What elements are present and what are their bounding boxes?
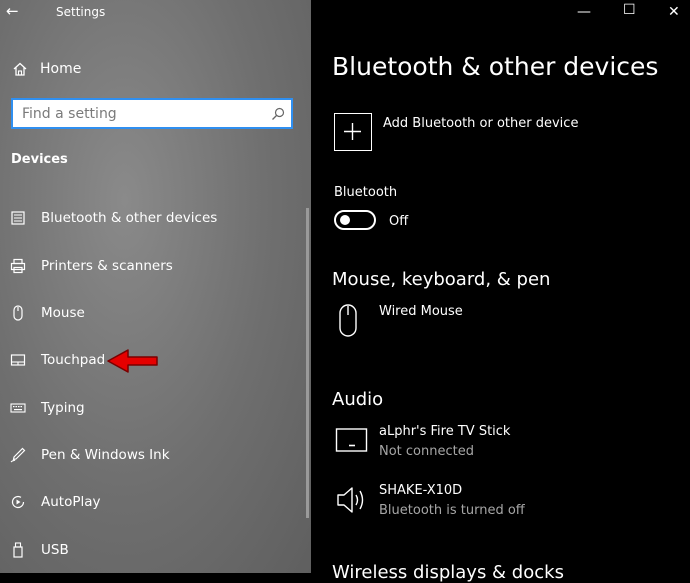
device-name[interactable]: SHAKE-X10D (379, 483, 462, 498)
tv-device-icon[interactable] (335, 426, 369, 454)
sidebar-item-usb[interactable]: USB (10, 538, 69, 562)
sidebar-item-mouse[interactable]: Mouse (10, 301, 85, 325)
toggle-knob (340, 215, 350, 225)
app-title: Settings (56, 5, 106, 19)
usb-icon (13, 542, 23, 558)
sidebar-item-autoplay[interactable]: AutoPlay (10, 490, 101, 514)
keyboard-icon (10, 403, 26, 413)
sidebar-item-label: Printers & scanners (41, 258, 173, 274)
home-nav-item[interactable]: Home (12, 58, 81, 80)
sidebar-item-label: Touchpad (41, 352, 106, 368)
sidebar-item-label: Bluetooth & other devices (41, 210, 218, 226)
bluetooth-label: Bluetooth (334, 185, 398, 200)
printer-icon (10, 258, 26, 274)
speaker-device-icon[interactable] (335, 484, 371, 516)
main-content: — ☐ ✕ Bluetooth & other devices Add Blue… (311, 0, 690, 583)
plus-icon (344, 123, 361, 140)
sidebar-item-typing[interactable]: Typing (10, 396, 85, 420)
section-title: Devices (11, 152, 68, 167)
red-arrow-annotation-icon (107, 349, 158, 373)
sidebar-item-label: AutoPlay (41, 494, 101, 510)
settings-sidebar: ← Settings Home Devices Bluetooth & othe… (0, 0, 311, 573)
touchpad-icon (10, 354, 26, 366)
title-bar: ← Settings (0, 0, 311, 26)
sidebar-item-label: Pen & Windows Ink (41, 447, 170, 463)
search-input[interactable] (13, 100, 262, 127)
bluetooth-state: Off (389, 214, 409, 229)
device-status: Not connected (379, 444, 474, 459)
page-title: Bluetooth & other devices (332, 52, 659, 81)
device-status: Bluetooth is turned off (379, 503, 525, 518)
mouse-section-title: Mouse, keyboard, & pen (332, 269, 551, 290)
close-button[interactable]: ✕ (668, 4, 684, 20)
device-name[interactable]: aLphr's Fire TV Stick (379, 424, 510, 439)
add-device-label[interactable]: Add Bluetooth or other device (383, 116, 578, 131)
device-name[interactable]: Wired Mouse (379, 304, 463, 319)
search-box[interactable] (11, 98, 293, 129)
sidebar-item-touchpad[interactable]: Touchpad (10, 348, 105, 372)
sidebar-item-label: USB (41, 542, 69, 558)
maximize-button[interactable]: ☐ (623, 2, 639, 18)
mouse-icon (13, 305, 23, 321)
sidebar-item-bluetooth[interactable]: Bluetooth & other devices (10, 206, 217, 230)
back-button[interactable]: ← (6, 2, 20, 20)
search-icon[interactable] (271, 107, 285, 121)
bluetooth-toggle[interactable] (334, 210, 376, 230)
home-label: Home (40, 61, 82, 77)
add-device-button[interactable] (334, 113, 372, 151)
sidebar-item-pen[interactable]: Pen & Windows Ink (10, 443, 170, 467)
minimize-button[interactable]: — (577, 4, 593, 20)
sidebar-item-label: Mouse (41, 305, 85, 321)
sidebar-item-printers[interactable]: Printers & scanners (10, 254, 173, 278)
sidebar-scrollbar[interactable] (306, 208, 309, 518)
sidebar-item-label: Typing (41, 400, 85, 416)
bluetooth-devices-icon (11, 211, 25, 225)
autoplay-icon (11, 495, 25, 509)
audio-section-title: Audio (332, 389, 384, 410)
pen-icon (10, 447, 26, 463)
mouse-device-icon[interactable] (335, 303, 361, 339)
home-icon (13, 62, 27, 76)
